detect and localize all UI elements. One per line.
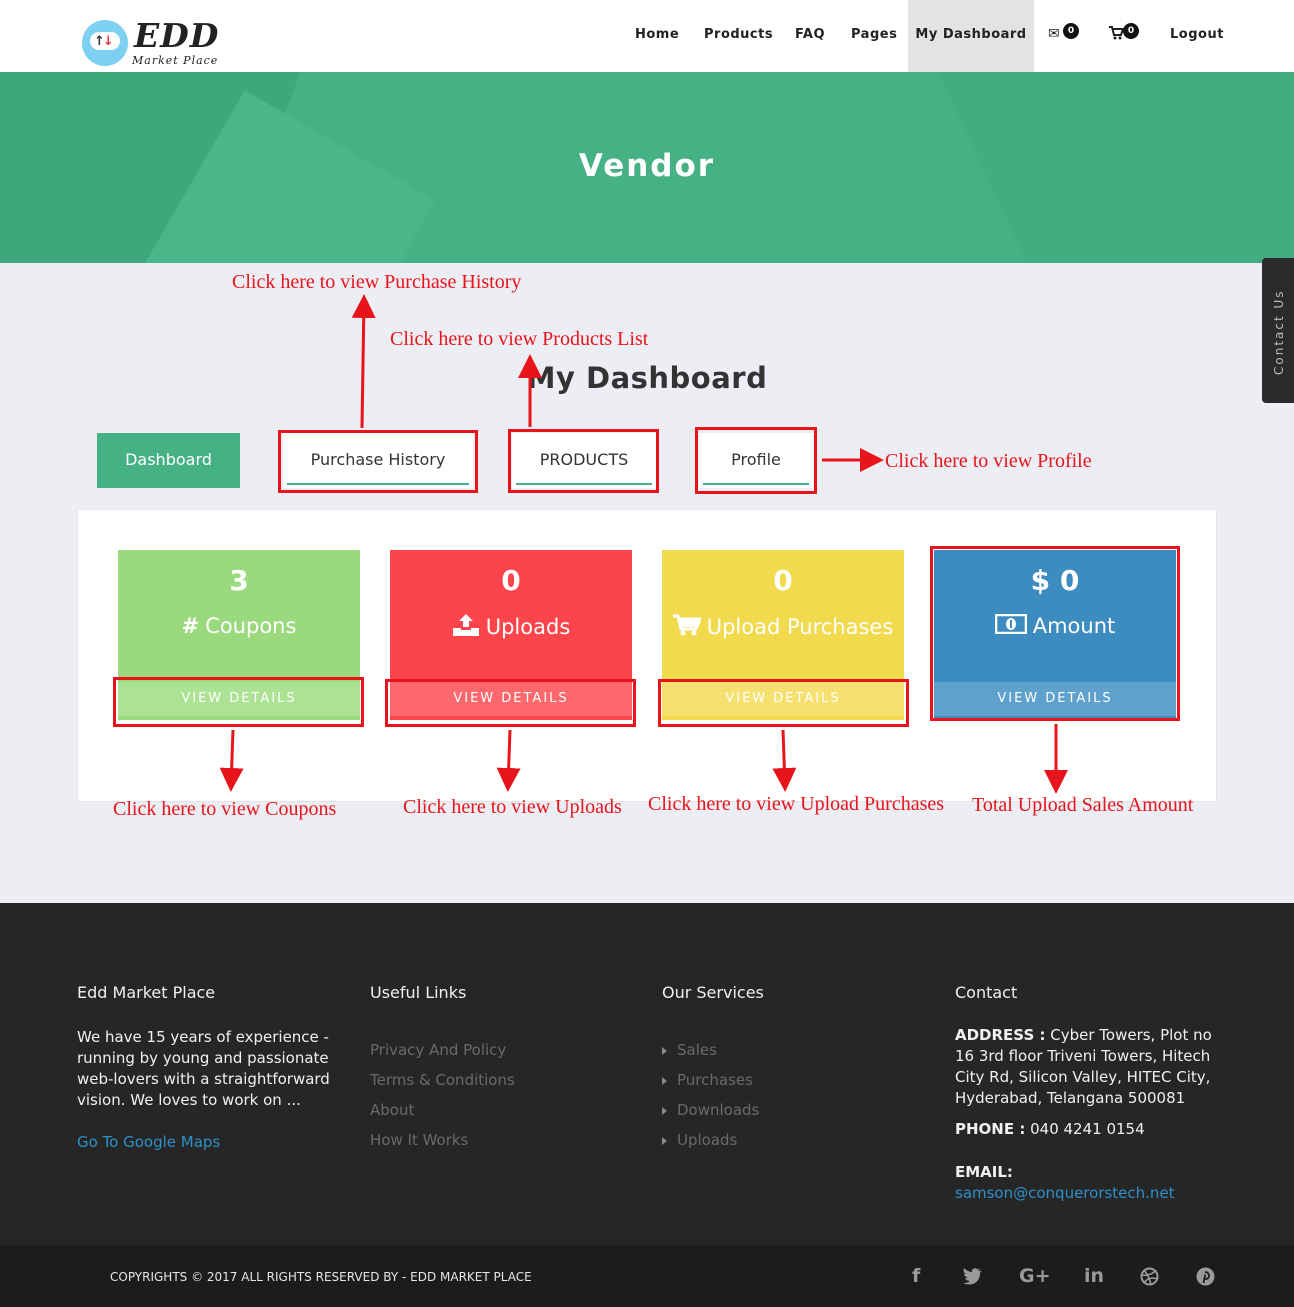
nav-my-dashboard[interactable]: My Dashboard xyxy=(908,0,1034,72)
footer-service-sales[interactable]: Sales xyxy=(662,1041,717,1059)
annotation-products: Click here to view Products List xyxy=(390,328,649,350)
dribbble-icon[interactable] xyxy=(1140,1265,1159,1291)
caret-right-icon xyxy=(662,1136,667,1145)
footer-about-text: We have 15 years of experience - running… xyxy=(77,1028,330,1109)
top-navbar: ↑↓ EDD Market Place Home Products FAQ Pa… xyxy=(0,0,1294,72)
highlight-purchase-history xyxy=(278,430,478,493)
annotation-coupons: Click here to view Coupons xyxy=(113,798,337,820)
annotation-amount: Total Upload Sales Amount xyxy=(972,794,1194,816)
annotation-upload-purchases: Click here to view Upload Purchases xyxy=(648,793,945,815)
highlight-profile xyxy=(695,427,817,494)
highlight-coupons-details xyxy=(113,677,364,727)
annotation-profile: Click here to view Profile xyxy=(885,450,1092,472)
footer-service-uploads[interactable]: Uploads xyxy=(662,1131,737,1149)
google-maps-link[interactable]: Go To Google Maps xyxy=(77,1133,220,1151)
nav-faq[interactable]: FAQ xyxy=(795,0,825,72)
site-logo[interactable]: ↑↓ EDD Market Place xyxy=(80,16,230,70)
annotation-uploads: Click here to view Uploads xyxy=(403,796,622,818)
footer-link-about[interactable]: About xyxy=(370,1101,414,1119)
uploads-label: Uploads xyxy=(485,615,571,639)
coupons-count: 3 xyxy=(229,564,249,597)
tab-dashboard[interactable]: Dashboard xyxy=(97,433,240,488)
footer-contact-title: Contact xyxy=(955,983,1018,1002)
nav-products[interactable]: Products xyxy=(704,0,773,72)
footer-link-privacy[interactable]: Privacy And Policy xyxy=(370,1041,506,1059)
logo-title: EDD xyxy=(134,16,220,55)
footer-link-how-it-works[interactable]: How It Works xyxy=(370,1131,468,1149)
footer-phone: PHONE : 040 4241 0154 xyxy=(955,1120,1145,1138)
messages-count-badge: 0 xyxy=(1063,23,1079,39)
footer-link-terms[interactable]: Terms & Conditions xyxy=(370,1071,515,1089)
footer-service-purchases[interactable]: Purchases xyxy=(662,1071,753,1089)
caret-right-icon xyxy=(662,1046,667,1055)
footer: Edd Market Place We have 15 years of exp… xyxy=(0,903,1294,1245)
highlight-upload-purchases-details xyxy=(658,679,909,727)
cart-count-badge: 0 xyxy=(1123,23,1139,39)
logo-subtitle: Market Place xyxy=(132,54,219,67)
hash-icon: # xyxy=(181,614,200,638)
envelope-icon: ✉ xyxy=(1048,26,1060,42)
highlight-products xyxy=(508,429,659,493)
page-title: My Dashboard xyxy=(526,361,768,395)
footer-service-downloads[interactable]: Downloads xyxy=(662,1101,759,1119)
cart-icon xyxy=(672,614,702,639)
hero-banner: Vendor xyxy=(0,72,1294,263)
footer-address: ADDRESS : Cyber Towers, Plot no 16 3rd f… xyxy=(955,1026,1212,1107)
uploads-count: 0 xyxy=(501,564,521,597)
bottom-bar: COPYRIGHTS © 2017 ALL RIGHTS RESERVED BY… xyxy=(0,1245,1294,1307)
footer-email: EMAIL: samson@conquerorstech.net xyxy=(955,1163,1175,1202)
linkedin-icon[interactable]: in xyxy=(1084,1265,1104,1287)
cart-icon xyxy=(1109,26,1125,44)
annotation-purchase-history: Click here to view Purchase History xyxy=(232,271,522,293)
upload-icon xyxy=(452,614,480,639)
nav-home[interactable]: Home xyxy=(635,0,679,72)
footer-about-title: Edd Market Place xyxy=(77,983,216,1002)
nav-pages[interactable]: Pages xyxy=(851,0,897,72)
twitter-icon[interactable] xyxy=(962,1265,982,1290)
email-link[interactable]: samson@conquerorstech.net xyxy=(955,1184,1175,1202)
highlight-amount-card xyxy=(930,546,1180,721)
caret-right-icon xyxy=(662,1076,667,1085)
caret-right-icon xyxy=(662,1106,667,1115)
copyright-text: COPYRIGHTS © 2017 ALL RIGHTS RESERVED BY… xyxy=(110,1270,532,1284)
upload-purchases-label: Upload Purchases xyxy=(706,615,894,639)
highlight-uploads-details xyxy=(385,679,636,727)
hero-title: Vendor xyxy=(578,148,716,184)
google-plus-icon[interactable]: G+ xyxy=(1019,1265,1051,1287)
coupons-label: Coupons xyxy=(205,614,297,638)
pinterest-icon[interactable] xyxy=(1196,1265,1215,1291)
footer-useful-links-title: Useful Links xyxy=(370,983,467,1002)
nav-logout[interactable]: Logout xyxy=(1170,0,1224,72)
footer-services-title: Our Services xyxy=(662,983,764,1002)
upload-purchases-count: 0 xyxy=(773,564,793,597)
upload-download-icon: ↑↓ xyxy=(94,34,114,49)
facebook-icon[interactable]: f xyxy=(912,1265,920,1287)
